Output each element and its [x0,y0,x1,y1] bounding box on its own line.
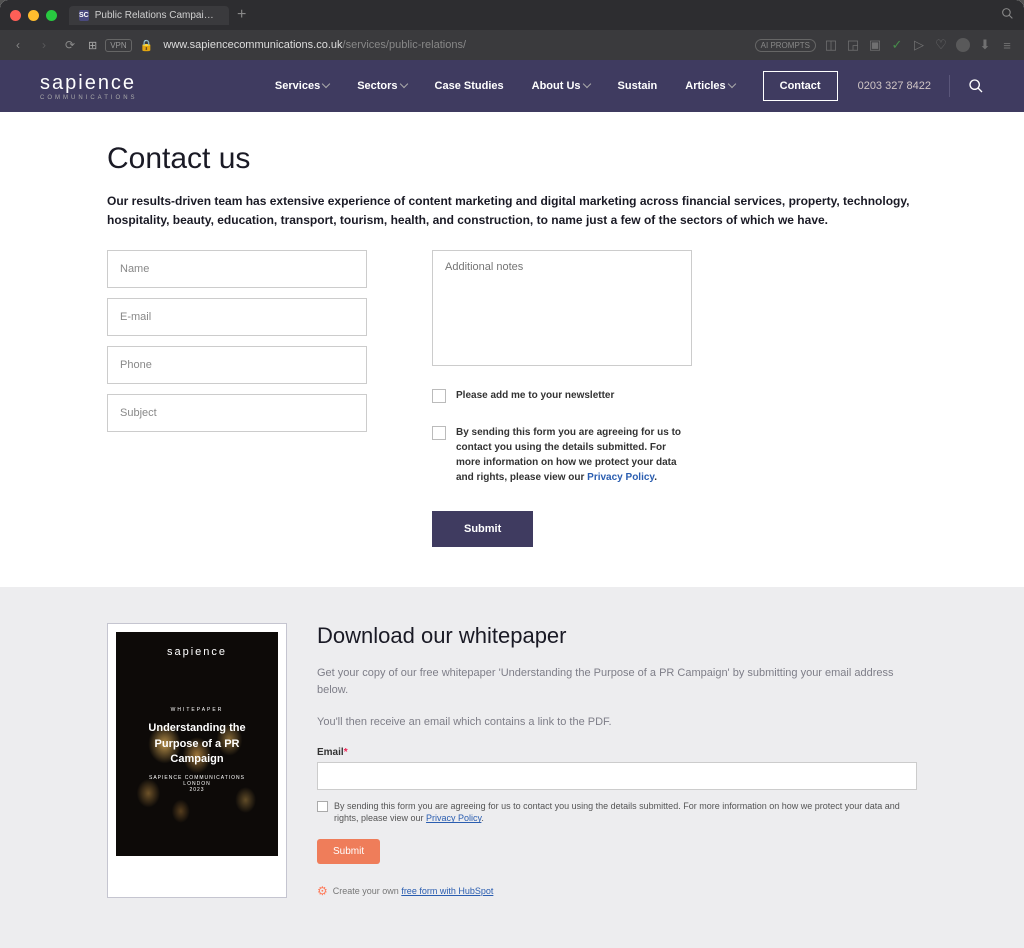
chevron-down-icon [582,80,590,88]
favicon: SC [79,10,89,21]
download-icon[interactable]: ⬇ [978,38,992,52]
reload-button[interactable]: ⟳ [62,38,78,52]
browser-tab-bar: SC Public Relations Campaigns & I + [0,0,1024,30]
name-field[interactable] [107,250,367,288]
hubspot-attribution: ⚙ Create your own free form with HubSpot [317,884,917,898]
url-field[interactable]: www.sapiencecommunications.co.uk/service… [163,39,744,51]
whitepaper-title: Download our whitepaper [317,623,917,649]
window-minimize[interactable] [28,10,39,21]
consent-label: By sending this form you are agreeing fo… [456,425,692,485]
sidebar-icon[interactable]: ◫ [824,38,838,52]
whitepaper-text-1: Get your copy of our free whitepaper 'Un… [317,665,917,698]
whitepaper-cover: sapience WHITEPAPER Understanding the Pu… [107,623,287,898]
consent-checkbox[interactable] [432,426,446,440]
notes-field[interactable] [432,250,692,366]
nav-services[interactable]: Services [275,80,329,92]
logo[interactable]: sapience COMMUNICATIONS [40,72,138,101]
new-tab-button[interactable]: + [237,6,246,24]
contact-section: Contact us Our results-driven team has e… [107,112,917,587]
vpn-badge[interactable]: VPN [105,39,131,52]
wp-email-field[interactable] [317,762,917,790]
newsletter-label: Please add me to your newsletter [456,388,614,403]
divider [949,75,950,97]
window-maximize[interactable] [46,10,57,21]
window-close[interactable] [10,10,21,21]
chevron-down-icon [399,80,407,88]
newsletter-checkbox[interactable] [432,389,446,403]
wp-email-label: Email* [317,747,917,758]
email-field[interactable] [107,298,367,336]
heart-icon[interactable]: ♡ [934,38,948,52]
privacy-policy-link[interactable]: Privacy Policy [587,472,654,483]
menu-icon[interactable]: ≡ [1000,38,1014,52]
wp-privacy-policy-link[interactable]: Privacy Policy [426,813,481,823]
lock-icon: 🔒 [140,39,154,52]
wp-consent-label: By sending this form you are agreeing fo… [334,800,917,825]
contact-button[interactable]: Contact [763,71,838,101]
nav-case-studies[interactable]: Case Studies [435,80,504,92]
contact-description: Our results-driven team has extensive ex… [107,192,917,230]
chevron-down-icon [727,80,735,88]
url-bar: ‹ › ⟳ ⊞ VPN 🔒 www.sapiencecommunications… [0,30,1024,60]
whitepaper-section: sapience WHITEPAPER Understanding the Pu… [0,587,1024,948]
wp-submit-button[interactable]: Submit [317,839,380,864]
browser-search-icon[interactable] [1001,7,1014,23]
shield-icon[interactable]: ✓ [890,38,904,52]
wp-consent-checkbox[interactable] [317,801,328,812]
wp-cover-logo: sapience [132,646,262,658]
main-nav: Services Sectors Case Studies About Us S… [275,71,838,101]
screenshot-icon[interactable]: ◲ [846,38,860,52]
page-title: Contact us [107,142,917,176]
wp-cover-headline: Understanding the Purpose of a PR Campai… [132,721,262,767]
subject-field[interactable] [107,394,367,432]
site-header: sapience COMMUNICATIONS Services Sectors… [0,60,1024,112]
cast-icon[interactable]: ▣ [868,38,882,52]
ai-prompts-badge[interactable]: AI PROMPTS [755,39,816,52]
hubspot-icon: ⚙ [317,884,328,898]
nav-about-us[interactable]: About Us [532,80,590,92]
nav-articles[interactable]: Articles [685,80,734,92]
browser-tab[interactable]: SC Public Relations Campaigns & I [69,6,229,25]
whitepaper-text-2: You'll then receive an email which conta… [317,714,917,731]
search-icon[interactable] [968,78,984,94]
nav-sustain[interactable]: Sustain [618,80,658,92]
profile-icon[interactable] [956,38,970,52]
play-icon[interactable]: ▷ [912,38,926,52]
apps-icon[interactable]: ⊞ [88,39,97,52]
header-phone[interactable]: 0203 327 8422 [858,80,931,92]
nav-sectors[interactable]: Sectors [357,80,406,92]
submit-button[interactable]: Submit [432,511,533,547]
hubspot-link[interactable]: free form with HubSpot [401,886,493,896]
chevron-down-icon [322,80,330,88]
phone-field[interactable] [107,346,367,384]
back-button[interactable]: ‹ [10,38,26,52]
forward-button[interactable]: › [36,38,52,52]
wp-cover-type: WHITEPAPER [132,707,262,713]
tab-title: Public Relations Campaigns & I [95,10,219,21]
